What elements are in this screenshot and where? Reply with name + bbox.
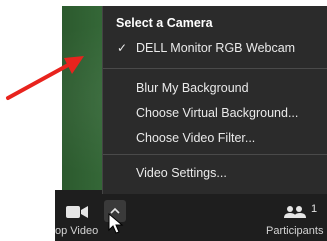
menu-divider (103, 154, 327, 155)
menu-header: Select a Camera (116, 16, 213, 30)
participants-icon[interactable] (283, 205, 307, 219)
menu-item-label: DELL Monitor RGB Webcam (136, 41, 296, 55)
mouse-pointer-icon (108, 213, 124, 234)
menu-item-virtual-background[interactable]: Choose Virtual Background... (103, 103, 327, 123)
menu-divider (103, 68, 327, 69)
menu-item-blur-background[interactable]: Blur My Background (103, 78, 327, 98)
screenshot: op Video 1 Participants Select a Camera … (0, 0, 327, 241)
menu-item-label: Choose Virtual Background... (136, 106, 299, 120)
menu-item-label: Blur My Background (136, 81, 249, 95)
menu-item-video-settings[interactable]: Video Settings... (103, 163, 327, 183)
menu-item-camera[interactable]: ✓ DELL Monitor RGB Webcam (103, 38, 327, 58)
menu-item-label: Choose Video Filter... (136, 131, 256, 145)
camera-options-menu: Select a Camera ✓ DELL Monitor RGB Webca… (102, 6, 327, 194)
red-arrow-icon (6, 56, 84, 100)
video-button-label[interactable]: op Video (55, 225, 98, 237)
checkmark-icon: ✓ (117, 41, 128, 55)
participants-button-label[interactable]: Participants (266, 225, 323, 237)
video-camera-icon[interactable] (66, 205, 88, 219)
menu-item-video-filter[interactable]: Choose Video Filter... (103, 128, 327, 148)
menu-item-label: Video Settings... (136, 166, 227, 180)
participants-count: 1 (311, 203, 318, 215)
